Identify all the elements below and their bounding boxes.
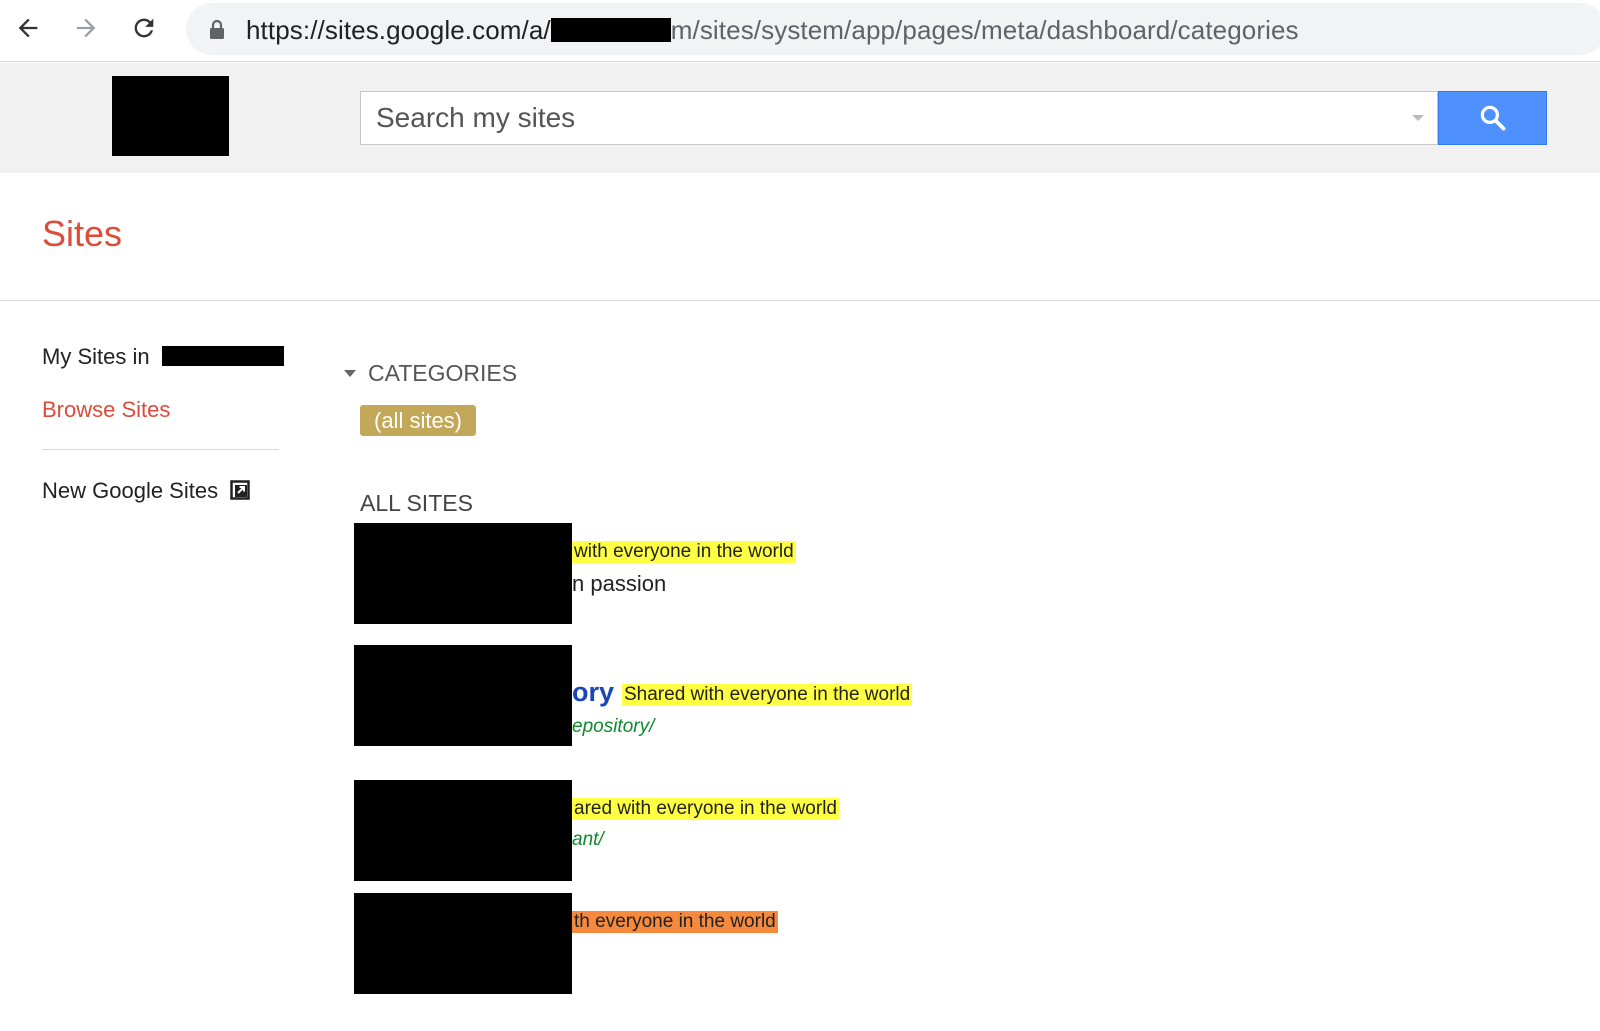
page-title: Sites xyxy=(42,213,123,254)
categories-label: CATEGORIES xyxy=(368,360,518,386)
site-thumbnail[interactable] xyxy=(354,523,572,624)
redacted-block xyxy=(161,346,284,366)
sharing-badge: Shared with everyone in the world xyxy=(622,684,913,706)
search-dropdown-icon[interactable] xyxy=(1412,115,1424,121)
lock-icon xyxy=(210,19,224,39)
logo[interactable] xyxy=(112,76,229,156)
reload-icon[interactable] xyxy=(126,10,162,46)
address-bar[interactable]: https://sites.google.com/a/m/sites/syste… xyxy=(186,3,1600,55)
url-text: https://sites.google.com/a/m/sites/syste… xyxy=(246,15,1299,46)
sharing-badge: th everyone in the world xyxy=(572,911,778,933)
search-bar xyxy=(360,91,1547,145)
site-url[interactable]: epository/ xyxy=(572,716,654,738)
nav-new-google-sites-label: New Google Sites xyxy=(42,478,219,503)
external-link-icon xyxy=(230,480,250,500)
site-url[interactable]: ant/ xyxy=(572,829,604,851)
search-input[interactable] xyxy=(360,91,1438,145)
categories-toggle[interactable]: CATEGORIES xyxy=(344,360,517,387)
nav-new-google-sites[interactable]: New Google Sites xyxy=(42,478,250,504)
search-icon xyxy=(1480,105,1505,131)
divider xyxy=(0,300,1600,301)
url-path: m/sites/system/app/pages/meta/dashboard/… xyxy=(670,15,1299,45)
site-thumbnail[interactable] xyxy=(354,780,572,881)
category-chip-all-sites[interactable]: (all sites) xyxy=(360,405,477,436)
nav-browse-sites[interactable]: Browse Sites xyxy=(42,397,170,423)
back-icon[interactable] xyxy=(10,10,46,46)
site-thumbnail[interactable] xyxy=(354,645,572,746)
forward-icon[interactable] xyxy=(68,10,104,46)
site-header xyxy=(0,63,1600,173)
site-description: n passion xyxy=(572,571,667,596)
sharing-badge: ared with everyone in the world xyxy=(572,798,839,820)
url-host: https://sites.google.com/a/ xyxy=(246,15,551,45)
all-sites-heading: ALL SITES xyxy=(360,490,473,516)
search-button[interactable] xyxy=(1438,91,1547,145)
nav-my-sites-label: My Sites in xyxy=(42,344,150,369)
nav-divider xyxy=(42,449,279,450)
site-title-link[interactable]: ory xyxy=(572,677,614,708)
collapse-triangle-icon xyxy=(344,370,356,377)
nav-my-sites[interactable]: My Sites in xyxy=(42,344,284,370)
redacted-block xyxy=(550,18,671,42)
site-thumbnail[interactable] xyxy=(354,893,572,994)
browser-toolbar: https://sites.google.com/a/m/sites/syste… xyxy=(0,0,1600,62)
sharing-badge: with everyone in the world xyxy=(572,541,796,563)
